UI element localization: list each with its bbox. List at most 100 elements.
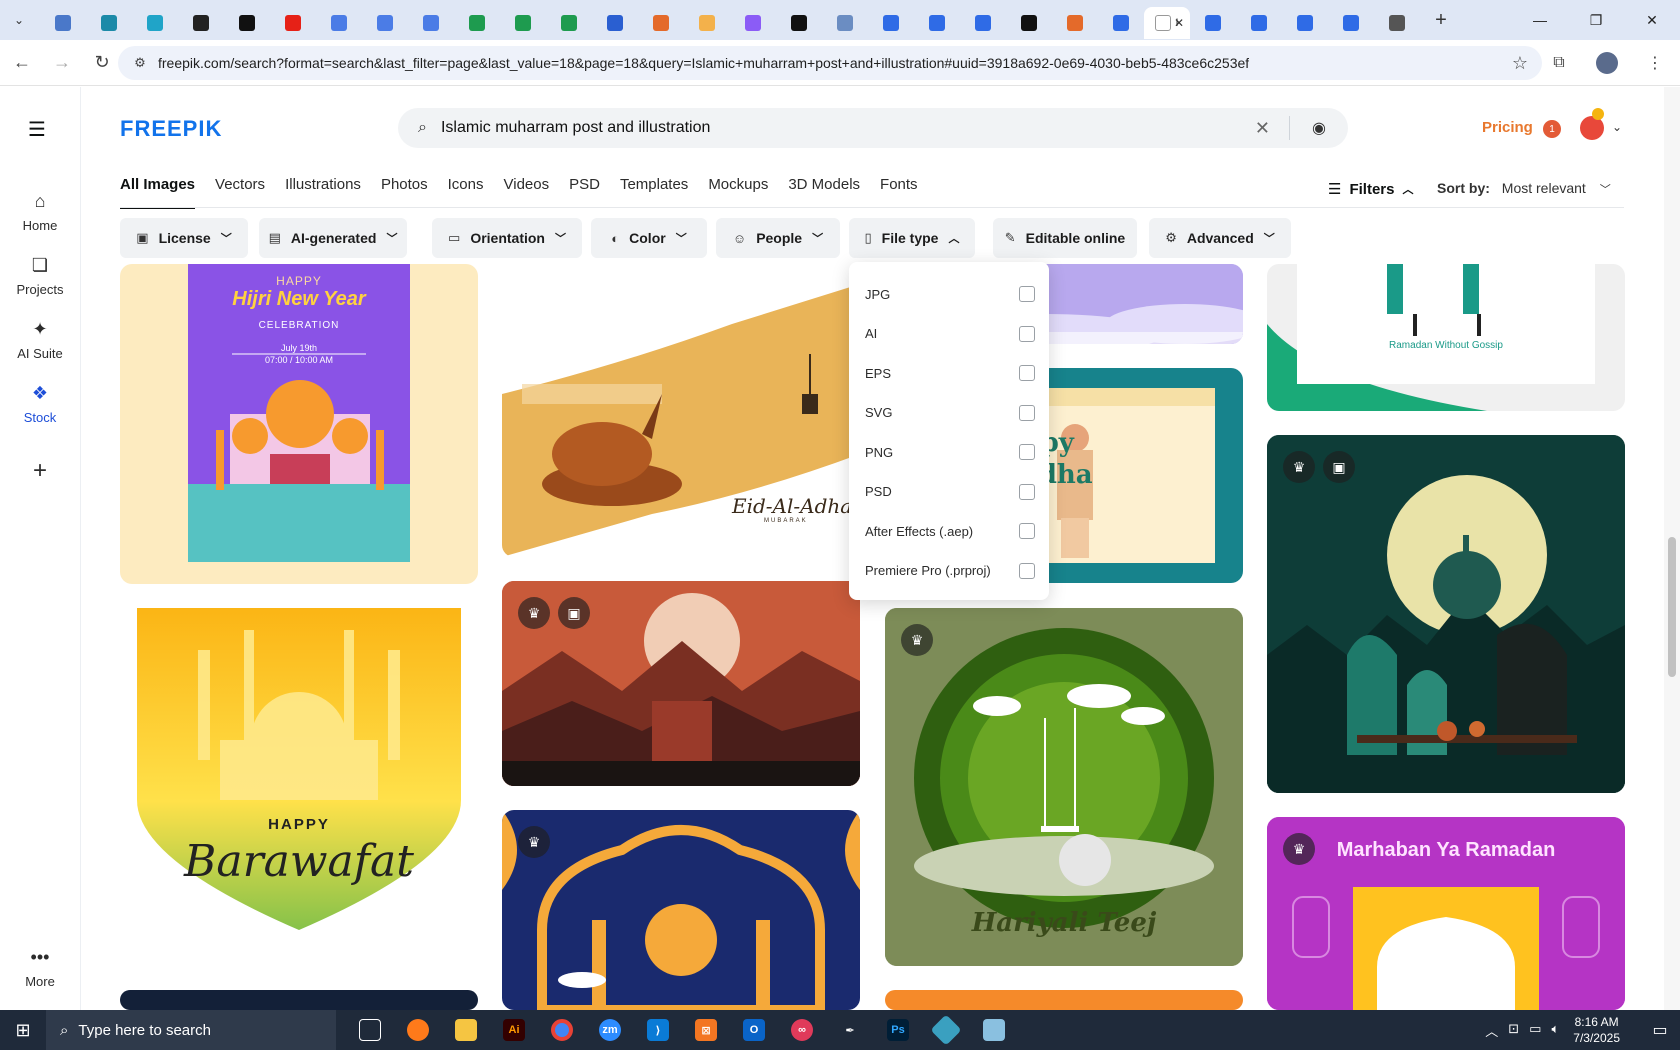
orientation-filter[interactable]: ▭ Orientation ﹀ xyxy=(432,218,582,258)
illustrator-icon[interactable]: Ai xyxy=(490,1010,538,1050)
pen-tool-icon[interactable]: ✒ xyxy=(826,1010,874,1050)
tab-illustrations[interactable]: Illustrations xyxy=(285,176,361,209)
browser-tab[interactable] xyxy=(592,7,638,39)
tab-icons[interactable]: Icons xyxy=(448,176,484,209)
browser-tab[interactable] xyxy=(1282,7,1328,39)
file-type-option[interactable]: After Effects (.aep) xyxy=(865,519,1035,543)
browser-tab[interactable] xyxy=(730,7,776,39)
rail-item-projects[interactable]: ❏ Projects xyxy=(0,255,80,297)
browser-tab[interactable] xyxy=(960,7,1006,39)
tab-3d-models[interactable]: 3D Models xyxy=(788,176,860,209)
browser-tab[interactable] xyxy=(822,7,868,39)
clear-search-icon[interactable]: ✕ xyxy=(1255,118,1270,139)
scrollbar-thumb[interactable] xyxy=(1668,537,1676,677)
site-info-icon[interactable]: ⚙ xyxy=(132,55,148,71)
photoshop-icon[interactable]: Ps xyxy=(874,1010,922,1050)
file-type-option[interactable]: EPS xyxy=(865,361,1035,385)
filters-toggle[interactable]: ☰ Filters ︿ xyxy=(1328,180,1413,199)
rail-item-home[interactable]: ⌂ Home xyxy=(0,191,80,233)
browser-tab[interactable] xyxy=(500,7,546,39)
minimize-button[interactable]: — xyxy=(1512,0,1568,40)
file-type-checkbox[interactable] xyxy=(1019,325,1035,342)
rail-item-more[interactable]: ••• More xyxy=(0,947,80,989)
people-filter[interactable]: ☺ People ﹀ xyxy=(716,218,840,258)
zoom-icon[interactable]: zm xyxy=(586,1010,634,1050)
browser-tab[interactable] xyxy=(914,7,960,39)
image-card-eid-al-adha[interactable]: Eid-Al-Adha MUBARAK xyxy=(502,264,860,557)
file-type-checkbox[interactable] xyxy=(1019,404,1035,421)
notification-badge[interactable]: 1 xyxy=(1543,120,1561,138)
browser-tab[interactable] xyxy=(132,7,178,39)
tab-vectors[interactable]: Vectors xyxy=(215,176,265,209)
file-type-option[interactable]: JPG xyxy=(865,282,1035,306)
file-type-option[interactable]: PSD xyxy=(865,480,1035,504)
file-explorer-icon[interactable] xyxy=(442,1010,490,1050)
file-type-option[interactable]: SVG xyxy=(865,401,1035,425)
tab-psd[interactable]: PSD xyxy=(569,176,600,209)
image-card-mosque-frame[interactable]: ♛ xyxy=(502,810,860,1010)
browser-tab-active[interactable]: I ✕ xyxy=(1144,7,1190,39)
browser-tab[interactable] xyxy=(1328,7,1374,39)
ai-generated-filter[interactable]: ▤ AI-generated ﹀ xyxy=(259,218,407,258)
chrome-icon[interactable] xyxy=(538,1010,586,1050)
browser-tab[interactable] xyxy=(546,7,592,39)
browser-tab[interactable] xyxy=(270,7,316,39)
image-card-partial[interactable] xyxy=(120,990,478,1010)
taskbar-search[interactable]: ⌕ Type here to search xyxy=(46,1010,336,1050)
editable-online-filter[interactable]: ✎ Editable online xyxy=(993,218,1137,258)
extensions-icon[interactable]: ⧉ xyxy=(1542,46,1576,80)
file-type-checkbox[interactable] xyxy=(1019,523,1035,539)
tab-mockups[interactable]: Mockups xyxy=(708,176,768,209)
vscode-icon[interactable]: ⟩ xyxy=(634,1010,682,1050)
image-card-barawafat[interactable]: HAPPY Barawafat xyxy=(120,600,478,945)
browser-tab[interactable] xyxy=(362,7,408,39)
file-type-filter[interactable]: ▯ File type ︿ xyxy=(849,218,975,258)
network-icon[interactable]: ⊡ xyxy=(1508,1021,1519,1040)
browser-tab[interactable] xyxy=(86,7,132,39)
tab-all-images[interactable]: All Images xyxy=(120,176,196,209)
outlook-icon[interactable]: O xyxy=(730,1010,778,1050)
file-type-option[interactable]: AI xyxy=(865,322,1035,346)
volume-icon[interactable]: 🔈︎ xyxy=(1551,1021,1559,1040)
sort-dropdown[interactable]: Sort by: Most relevant ﹀ xyxy=(1437,180,1611,197)
app-notes-icon[interactable] xyxy=(970,1010,1018,1050)
profile-avatar[interactable] xyxy=(1590,46,1624,80)
user-avatar[interactable] xyxy=(1580,116,1604,140)
image-card-orange-mountains[interactable]: ♛ ▣ xyxy=(502,581,860,786)
back-button[interactable]: ← xyxy=(4,45,40,81)
task-view-icon[interactable] xyxy=(346,1010,394,1050)
browser-tab[interactable] xyxy=(684,7,730,39)
advanced-filter[interactable]: ⚙ Advanced ﹀ xyxy=(1149,218,1291,258)
browser-tab[interactable] xyxy=(1236,7,1282,39)
image-card-iftar-family[interactable]: ♛ ▣ xyxy=(1267,435,1625,793)
chevron-up-icon[interactable]: ︿ xyxy=(1485,1021,1498,1040)
file-type-checkbox[interactable] xyxy=(1019,365,1035,381)
license-filter[interactable]: ▣ License ﹀ xyxy=(120,218,248,258)
display-icon[interactable]: ▭ xyxy=(1529,1021,1541,1040)
browser-menu-icon[interactable]: ⋮ xyxy=(1638,46,1672,80)
notifications-icon[interactable]: ▭ xyxy=(1640,1020,1680,1040)
file-type-checkbox[interactable] xyxy=(1019,286,1035,302)
browser-tab[interactable] xyxy=(408,7,454,39)
browser-tab[interactable] xyxy=(316,7,362,39)
browser-tab[interactable] xyxy=(1190,7,1236,39)
image-card-hariyali-teej[interactable]: ♛ Hariyali Teej xyxy=(885,608,1243,966)
browser-tab[interactable] xyxy=(178,7,224,39)
close-window-button[interactable]: ✕ xyxy=(1624,0,1680,40)
image-card-hijri-new-year[interactable]: HAPPY Hijri New Year CELEBRATION July 19… xyxy=(120,264,478,584)
close-tab-icon[interactable]: ✕ xyxy=(1174,16,1184,30)
browser-tab[interactable] xyxy=(1052,7,1098,39)
rail-add-button[interactable]: + xyxy=(0,457,80,485)
browser-tab[interactable] xyxy=(1006,7,1052,39)
tab-fonts[interactable]: Fonts xyxy=(880,176,918,209)
camera-search-icon[interactable]: ◉ xyxy=(1312,118,1326,138)
image-card-ramadan-gossip[interactable]: Ramadan Without Gossip xyxy=(1267,264,1625,411)
chevron-down-icon[interactable]: ⌄ xyxy=(1612,120,1622,134)
file-type-checkbox[interactable] xyxy=(1019,562,1035,579)
freepik-logo[interactable]: FREEPIK xyxy=(120,116,222,142)
search-input[interactable] xyxy=(440,119,1201,137)
rail-item-ai-suite[interactable]: ✦ AI Suite xyxy=(0,319,80,361)
page-scrollbar[interactable] xyxy=(1664,87,1680,1010)
browser-tab[interactable] xyxy=(454,7,500,39)
color-filter[interactable]: ◐ Color ﹀ xyxy=(591,218,707,258)
